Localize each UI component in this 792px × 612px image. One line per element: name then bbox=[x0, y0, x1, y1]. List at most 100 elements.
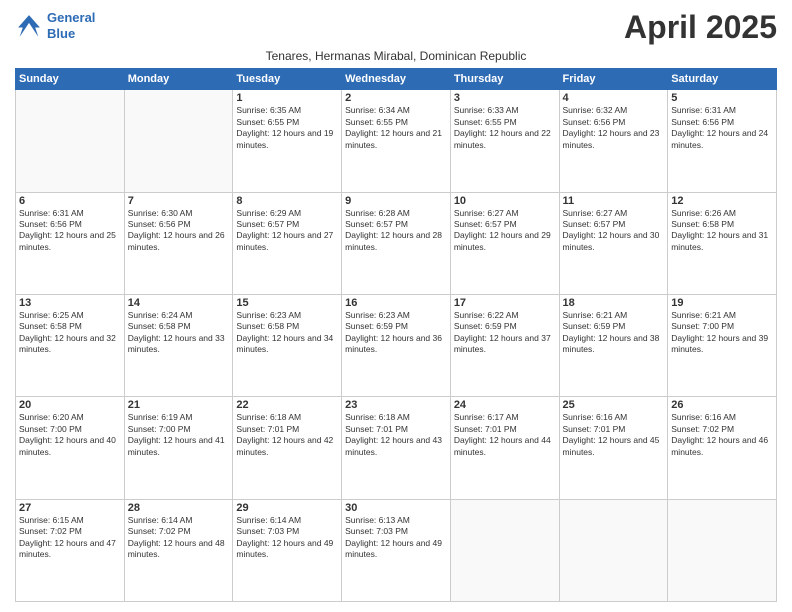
calendar-cell bbox=[124, 90, 233, 192]
calendar-cell: 30Sunrise: 6:13 AMSunset: 7:03 PMDayligh… bbox=[342, 499, 451, 601]
calendar-cell bbox=[450, 499, 559, 601]
day-info: Sunrise: 6:23 AMSunset: 6:59 PMDaylight:… bbox=[345, 310, 447, 356]
calendar-cell: 20Sunrise: 6:20 AMSunset: 7:00 PMDayligh… bbox=[16, 397, 125, 499]
day-info: Sunrise: 6:27 AMSunset: 6:57 PMDaylight:… bbox=[563, 208, 665, 254]
day-number: 6 bbox=[19, 195, 121, 207]
calendar-cell: 11Sunrise: 6:27 AMSunset: 6:57 PMDayligh… bbox=[559, 192, 668, 294]
calendar-cell: 10Sunrise: 6:27 AMSunset: 6:57 PMDayligh… bbox=[450, 192, 559, 294]
calendar-cell: 3Sunrise: 6:33 AMSunset: 6:55 PMDaylight… bbox=[450, 90, 559, 192]
logo-text: General Blue bbox=[47, 10, 95, 41]
day-info: Sunrise: 6:14 AMSunset: 7:02 PMDaylight:… bbox=[128, 515, 230, 561]
calendar-cell: 17Sunrise: 6:22 AMSunset: 6:59 PMDayligh… bbox=[450, 294, 559, 396]
day-number: 2 bbox=[345, 92, 447, 104]
day-number: 10 bbox=[454, 195, 556, 207]
day-number: 5 bbox=[671, 92, 773, 104]
calendar-cell: 19Sunrise: 6:21 AMSunset: 7:00 PMDayligh… bbox=[668, 294, 777, 396]
day-info: Sunrise: 6:27 AMSunset: 6:57 PMDaylight:… bbox=[454, 208, 556, 254]
day-info: Sunrise: 6:24 AMSunset: 6:58 PMDaylight:… bbox=[128, 310, 230, 356]
day-info: Sunrise: 6:23 AMSunset: 6:58 PMDaylight:… bbox=[236, 310, 338, 356]
day-info: Sunrise: 6:30 AMSunset: 6:56 PMDaylight:… bbox=[128, 208, 230, 254]
day-number: 11 bbox=[563, 195, 665, 207]
calendar-day-header: Saturday bbox=[668, 69, 777, 90]
day-number: 12 bbox=[671, 195, 773, 207]
calendar-cell: 2Sunrise: 6:34 AMSunset: 6:55 PMDaylight… bbox=[342, 90, 451, 192]
calendar-cell: 4Sunrise: 6:32 AMSunset: 6:56 PMDaylight… bbox=[559, 90, 668, 192]
calendar: SundayMondayTuesdayWednesdayThursdayFrid… bbox=[15, 68, 777, 602]
day-number: 3 bbox=[454, 92, 556, 104]
day-number: 29 bbox=[236, 502, 338, 514]
day-info: Sunrise: 6:18 AMSunset: 7:01 PMDaylight:… bbox=[236, 412, 338, 458]
day-info: Sunrise: 6:33 AMSunset: 6:55 PMDaylight:… bbox=[454, 105, 556, 151]
calendar-week-row: 6Sunrise: 6:31 AMSunset: 6:56 PMDaylight… bbox=[16, 192, 777, 294]
logo: General Blue bbox=[15, 10, 95, 41]
day-info: Sunrise: 6:29 AMSunset: 6:57 PMDaylight:… bbox=[236, 208, 338, 254]
day-number: 25 bbox=[563, 399, 665, 411]
day-info: Sunrise: 6:16 AMSunset: 7:01 PMDaylight:… bbox=[563, 412, 665, 458]
day-number: 26 bbox=[671, 399, 773, 411]
day-info: Sunrise: 6:31 AMSunset: 6:56 PMDaylight:… bbox=[671, 105, 773, 151]
calendar-week-row: 27Sunrise: 6:15 AMSunset: 7:02 PMDayligh… bbox=[16, 499, 777, 601]
day-number: 19 bbox=[671, 297, 773, 309]
calendar-cell: 26Sunrise: 6:16 AMSunset: 7:02 PMDayligh… bbox=[668, 397, 777, 499]
calendar-cell: 1Sunrise: 6:35 AMSunset: 6:55 PMDaylight… bbox=[233, 90, 342, 192]
day-number: 28 bbox=[128, 502, 230, 514]
subtitle: Tenares, Hermanas Mirabal, Dominican Rep… bbox=[15, 49, 777, 63]
day-number: 14 bbox=[128, 297, 230, 309]
day-number: 20 bbox=[19, 399, 121, 411]
day-info: Sunrise: 6:22 AMSunset: 6:59 PMDaylight:… bbox=[454, 310, 556, 356]
title-block: April 2025 bbox=[624, 10, 777, 45]
day-number: 22 bbox=[236, 399, 338, 411]
day-info: Sunrise: 6:34 AMSunset: 6:55 PMDaylight:… bbox=[345, 105, 447, 151]
day-info: Sunrise: 6:14 AMSunset: 7:03 PMDaylight:… bbox=[236, 515, 338, 561]
calendar-cell: 12Sunrise: 6:26 AMSunset: 6:58 PMDayligh… bbox=[668, 192, 777, 294]
calendar-cell: 28Sunrise: 6:14 AMSunset: 7:02 PMDayligh… bbox=[124, 499, 233, 601]
calendar-cell: 22Sunrise: 6:18 AMSunset: 7:01 PMDayligh… bbox=[233, 397, 342, 499]
day-number: 30 bbox=[345, 502, 447, 514]
day-number: 24 bbox=[454, 399, 556, 411]
day-number: 16 bbox=[345, 297, 447, 309]
calendar-day-header: Thursday bbox=[450, 69, 559, 90]
day-number: 7 bbox=[128, 195, 230, 207]
day-info: Sunrise: 6:35 AMSunset: 6:55 PMDaylight:… bbox=[236, 105, 338, 151]
page: General Blue April 2025 Tenares, Hermana… bbox=[0, 0, 792, 612]
logo-line1: General bbox=[47, 10, 95, 26]
calendar-cell: 6Sunrise: 6:31 AMSunset: 6:56 PMDaylight… bbox=[16, 192, 125, 294]
day-info: Sunrise: 6:25 AMSunset: 6:58 PMDaylight:… bbox=[19, 310, 121, 356]
calendar-week-row: 1Sunrise: 6:35 AMSunset: 6:55 PMDaylight… bbox=[16, 90, 777, 192]
calendar-cell: 16Sunrise: 6:23 AMSunset: 6:59 PMDayligh… bbox=[342, 294, 451, 396]
day-info: Sunrise: 6:26 AMSunset: 6:58 PMDaylight:… bbox=[671, 208, 773, 254]
day-number: 8 bbox=[236, 195, 338, 207]
day-info: Sunrise: 6:21 AMSunset: 7:00 PMDaylight:… bbox=[671, 310, 773, 356]
calendar-week-row: 20Sunrise: 6:20 AMSunset: 7:00 PMDayligh… bbox=[16, 397, 777, 499]
calendar-cell: 29Sunrise: 6:14 AMSunset: 7:03 PMDayligh… bbox=[233, 499, 342, 601]
day-info: Sunrise: 6:15 AMSunset: 7:02 PMDaylight:… bbox=[19, 515, 121, 561]
calendar-cell bbox=[668, 499, 777, 601]
day-number: 23 bbox=[345, 399, 447, 411]
day-info: Sunrise: 6:17 AMSunset: 7:01 PMDaylight:… bbox=[454, 412, 556, 458]
calendar-header-row: SundayMondayTuesdayWednesdayThursdayFrid… bbox=[16, 69, 777, 90]
calendar-cell: 5Sunrise: 6:31 AMSunset: 6:56 PMDaylight… bbox=[668, 90, 777, 192]
day-info: Sunrise: 6:31 AMSunset: 6:56 PMDaylight:… bbox=[19, 208, 121, 254]
calendar-cell bbox=[16, 90, 125, 192]
day-number: 15 bbox=[236, 297, 338, 309]
header: General Blue April 2025 bbox=[15, 10, 777, 45]
day-info: Sunrise: 6:18 AMSunset: 7:01 PMDaylight:… bbox=[345, 412, 447, 458]
calendar-cell: 8Sunrise: 6:29 AMSunset: 6:57 PMDaylight… bbox=[233, 192, 342, 294]
logo-icon bbox=[15, 12, 43, 40]
calendar-cell: 9Sunrise: 6:28 AMSunset: 6:57 PMDaylight… bbox=[342, 192, 451, 294]
calendar-cell: 27Sunrise: 6:15 AMSunset: 7:02 PMDayligh… bbox=[16, 499, 125, 601]
calendar-cell: 14Sunrise: 6:24 AMSunset: 6:58 PMDayligh… bbox=[124, 294, 233, 396]
month-title: April 2025 bbox=[624, 10, 777, 45]
calendar-cell: 7Sunrise: 6:30 AMSunset: 6:56 PMDaylight… bbox=[124, 192, 233, 294]
calendar-cell: 25Sunrise: 6:16 AMSunset: 7:01 PMDayligh… bbox=[559, 397, 668, 499]
day-info: Sunrise: 6:19 AMSunset: 7:00 PMDaylight:… bbox=[128, 412, 230, 458]
calendar-week-row: 13Sunrise: 6:25 AMSunset: 6:58 PMDayligh… bbox=[16, 294, 777, 396]
day-number: 17 bbox=[454, 297, 556, 309]
calendar-cell: 21Sunrise: 6:19 AMSunset: 7:00 PMDayligh… bbox=[124, 397, 233, 499]
day-number: 21 bbox=[128, 399, 230, 411]
day-number: 27 bbox=[19, 502, 121, 514]
calendar-day-header: Wednesday bbox=[342, 69, 451, 90]
calendar-day-header: Tuesday bbox=[233, 69, 342, 90]
calendar-day-header: Monday bbox=[124, 69, 233, 90]
calendar-cell: 18Sunrise: 6:21 AMSunset: 6:59 PMDayligh… bbox=[559, 294, 668, 396]
